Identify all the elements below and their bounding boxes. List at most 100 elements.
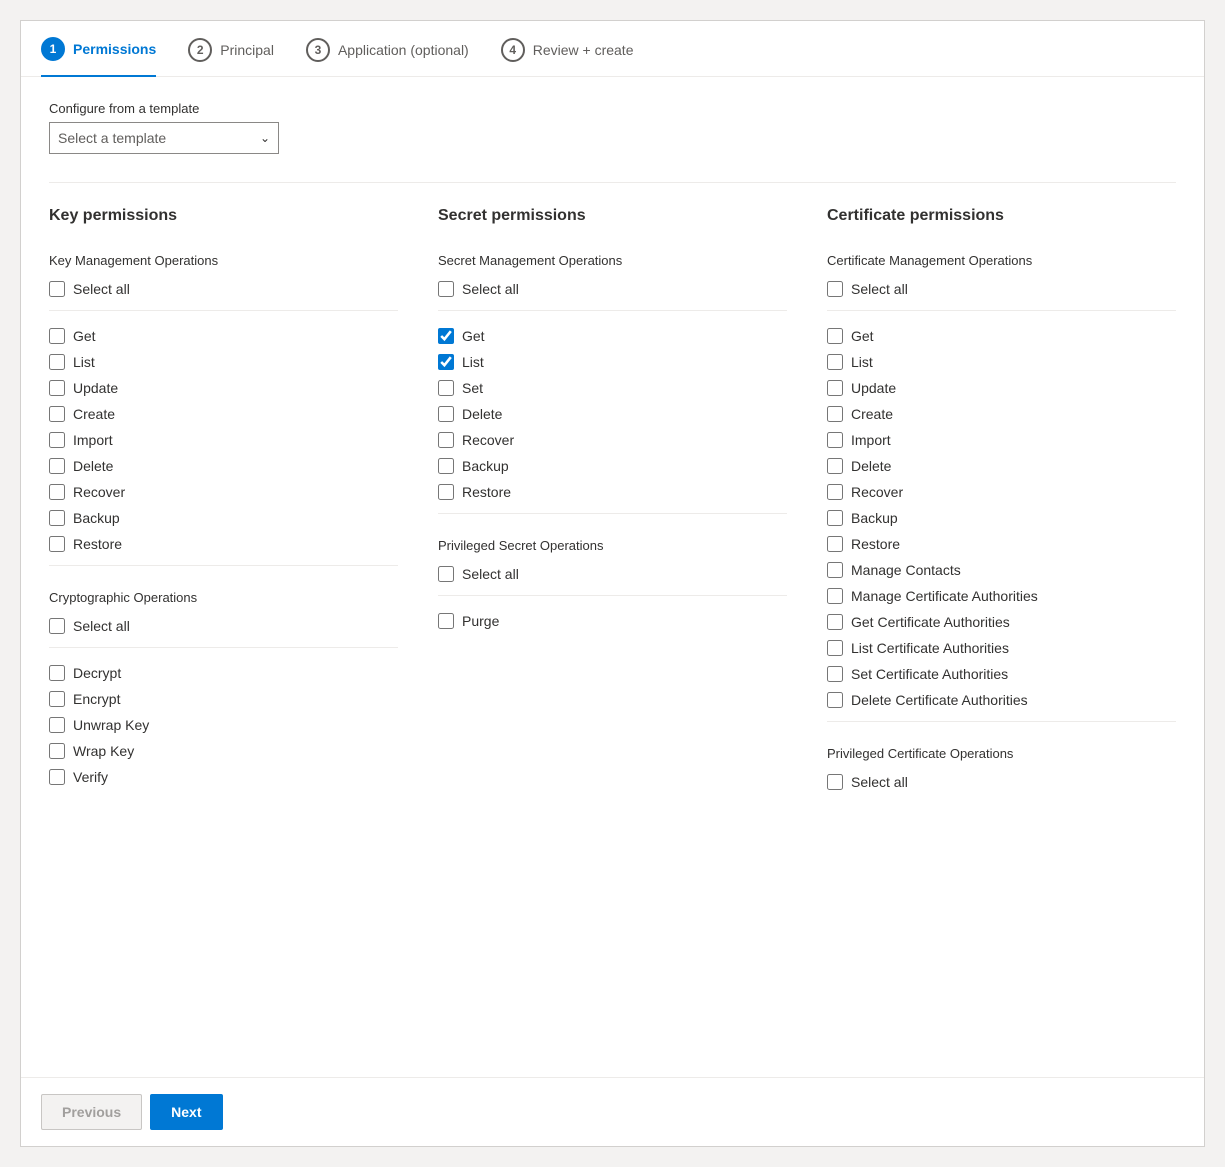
secret-backup-label[interactable]: Backup [462,458,509,474]
cert-recover-checkbox[interactable] [827,484,843,500]
key-delete-label[interactable]: Delete [73,458,113,474]
secret-recover-checkbox[interactable] [438,432,454,448]
key-encrypt-checkbox[interactable] [49,691,65,707]
secret-delete-checkbox[interactable] [438,406,454,422]
cert-delete-ca-checkbox[interactable] [827,692,843,708]
secret-delete-label[interactable]: Delete [462,406,502,422]
cert-update-checkbox[interactable] [827,380,843,396]
wizard-step-application[interactable]: 3 Application (optional) [306,38,469,76]
key-recover-label[interactable]: Recover [73,484,125,500]
cert-list-checkbox[interactable] [827,354,843,370]
cert-manage-contacts-label[interactable]: Manage Contacts [851,562,961,578]
key-unwrap-label[interactable]: Unwrap Key [73,717,149,733]
cert-set-ca-label[interactable]: Set Certificate Authorities [851,666,1008,682]
key-backup-label[interactable]: Backup [73,510,120,526]
key-get-checkbox[interactable] [49,328,65,344]
secret-purge-checkbox[interactable] [438,613,454,629]
cert-manage-ca-label[interactable]: Manage Certificate Authorities [851,588,1038,604]
key-wrap-checkbox[interactable] [49,743,65,759]
key-unwrap-checkbox[interactable] [49,717,65,733]
key-crypto-select-all-checkbox[interactable] [49,618,65,634]
key-select-all-checkbox[interactable] [49,281,65,297]
cert-get-ca-checkbox[interactable] [827,614,843,630]
cert-import-label[interactable]: Import [851,432,891,448]
cert-manage-ca-checkbox[interactable] [827,588,843,604]
cert-create-label[interactable]: Create [851,406,893,422]
cert-backup-label[interactable]: Backup [851,510,898,526]
secret-restore-label[interactable]: Restore [462,484,511,500]
key-crypto-select-all-label[interactable]: Select all [73,618,130,634]
key-recover-checkbox[interactable] [49,484,65,500]
cert-manage-contacts-checkbox[interactable] [827,562,843,578]
secret-set-label[interactable]: Set [462,380,483,396]
cert-delete-ca-label[interactable]: Delete Certificate Authorities [851,692,1028,708]
cert-create-checkbox[interactable] [827,406,843,422]
secret-list-checkbox[interactable] [438,354,454,370]
cert-get-ca-label[interactable]: Get Certificate Authorities [851,614,1010,630]
secret-select-all-checkbox[interactable] [438,281,454,297]
cert-get-label[interactable]: Get [851,328,874,344]
secret-priv-select-all-checkbox[interactable] [438,566,454,582]
cert-priv-select-all-label[interactable]: Select all [851,774,908,790]
key-permissions-header: Key permissions [49,207,398,229]
key-decrypt-checkbox[interactable] [49,665,65,681]
cert-get-checkbox[interactable] [827,328,843,344]
key-verify-label[interactable]: Verify [73,769,108,785]
privileged-secret-operations-title: Privileged Secret Operations [438,538,787,553]
cert-priv-select-all-checkbox[interactable] [827,774,843,790]
cert-backup-checkbox[interactable] [827,510,843,526]
cert-set-ca-checkbox[interactable] [827,666,843,682]
key-decrypt-label[interactable]: Decrypt [73,665,121,681]
cert-select-all-checkbox[interactable] [827,281,843,297]
certificate-permissions-header: Certificate permissions [827,207,1176,229]
cert-restore-label[interactable]: Restore [851,536,900,552]
key-verify-checkbox[interactable] [49,769,65,785]
cert-list-ca-label[interactable]: List Certificate Authorities [851,640,1009,656]
cert-import-checkbox[interactable] [827,432,843,448]
key-select-all-label[interactable]: Select all [73,281,130,297]
key-create-label[interactable]: Create [73,406,115,422]
secret-list-label[interactable]: List [462,354,484,370]
previous-button[interactable]: Previous [41,1094,142,1130]
key-update-label[interactable]: Update [73,380,118,396]
secret-restore-item: Restore [438,479,787,505]
key-import-label[interactable]: Import [73,432,113,448]
key-list-label[interactable]: List [73,354,95,370]
wizard-step-review[interactable]: 4 Review + create [501,38,634,76]
key-delete-checkbox[interactable] [49,458,65,474]
template-select[interactable]: Select a template [58,130,270,146]
secret-recover-label[interactable]: Recover [462,432,514,448]
key-encrypt-label[interactable]: Encrypt [73,691,120,707]
key-wrap-label[interactable]: Wrap Key [73,743,134,759]
cert-list-ca-checkbox[interactable] [827,640,843,656]
secret-backup-checkbox[interactable] [438,458,454,474]
cert-update-label[interactable]: Update [851,380,896,396]
key-import-checkbox[interactable] [49,432,65,448]
cert-delete-label[interactable]: Delete [851,458,891,474]
secret-get-checkbox[interactable] [438,328,454,344]
cert-select-all-label[interactable]: Select all [851,281,908,297]
wizard-step-permissions[interactable]: 1 Permissions [41,37,156,77]
key-create-checkbox[interactable] [49,406,65,422]
template-select-wrapper[interactable]: Select a template ⌄ [49,122,279,154]
wizard-step-principal[interactable]: 2 Principal [188,38,274,76]
secret-set-checkbox[interactable] [438,380,454,396]
next-button[interactable]: Next [150,1094,222,1130]
secret-priv-select-all-label[interactable]: Select all [462,566,519,582]
certificate-management-operations-group: Certificate Management Operations Select… [827,249,1176,734]
secret-purge-item: Purge [438,608,787,634]
cert-restore-checkbox[interactable] [827,536,843,552]
key-backup-checkbox[interactable] [49,510,65,526]
key-update-checkbox[interactable] [49,380,65,396]
secret-purge-label[interactable]: Purge [462,613,499,629]
key-get-label[interactable]: Get [73,328,96,344]
secret-select-all-label[interactable]: Select all [462,281,519,297]
secret-restore-checkbox[interactable] [438,484,454,500]
key-restore-checkbox[interactable] [49,536,65,552]
cert-delete-checkbox[interactable] [827,458,843,474]
secret-get-label[interactable]: Get [462,328,485,344]
key-list-checkbox[interactable] [49,354,65,370]
key-restore-label[interactable]: Restore [73,536,122,552]
cert-recover-label[interactable]: Recover [851,484,903,500]
cert-list-label[interactable]: List [851,354,873,370]
